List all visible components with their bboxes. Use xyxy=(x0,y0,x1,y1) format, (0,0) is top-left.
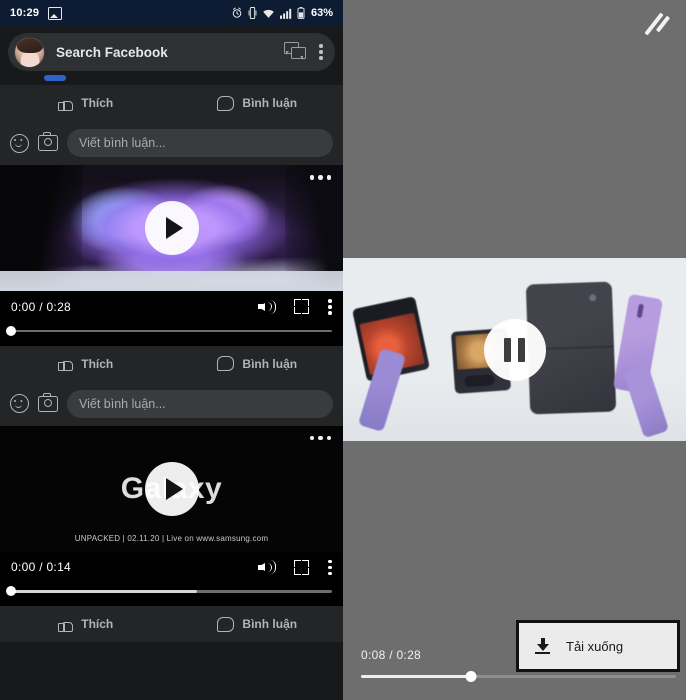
play-icon[interactable] xyxy=(144,461,199,516)
status-bar: 10:29 63% xyxy=(0,0,343,26)
download-icon xyxy=(535,638,550,654)
avatar[interactable] xyxy=(14,36,45,68)
messenger-icon[interactable] xyxy=(284,42,306,62)
video-time-display: 0:00 / 0:14 xyxy=(11,560,72,575)
thumbs-up-icon xyxy=(58,356,74,371)
volume-icon[interactable] xyxy=(258,299,276,314)
comment-composer-2: Viết bình luận... xyxy=(0,381,343,426)
video-menu-icon[interactable] xyxy=(328,299,332,315)
kebab-menu-icon[interactable] xyxy=(319,44,323,60)
comment-button[interactable]: Bình luận xyxy=(172,356,344,371)
video-caption: UNPACKED | 02.11.20 | Live on www.samsun… xyxy=(74,533,269,543)
facebook-app-panel: 10:29 63% Search Facebook Thích Bình luậ… xyxy=(0,0,343,700)
comment-label: Bình luận xyxy=(242,96,298,110)
search-bar[interactable]: Search Facebook xyxy=(8,33,335,71)
thumbs-up-icon xyxy=(58,96,74,111)
video-time-display: 0:00 / 0:28 xyxy=(11,299,72,314)
video-scrubber-2[interactable] xyxy=(6,586,332,596)
download-button-label: Tải xuống xyxy=(566,638,624,654)
wifi-icon xyxy=(263,9,274,18)
scrubber-thumb xyxy=(465,671,477,682)
comment-composer-1: Viết bình luận... xyxy=(0,121,343,165)
scrubber-thumb xyxy=(6,325,16,336)
camera-icon[interactable] xyxy=(38,392,58,412)
pause-icon[interactable] xyxy=(483,318,546,381)
post-actions-row-2: Thích Bình luận xyxy=(0,345,344,382)
buffered-bar xyxy=(361,675,472,678)
video-scrubber-1[interactable] xyxy=(6,325,332,336)
status-bar-indicators: 63% xyxy=(231,7,333,19)
alarm-icon xyxy=(232,7,242,18)
comment-input[interactable]: Viết bình luận... xyxy=(67,389,333,418)
comment-label: Bình luận xyxy=(242,617,298,631)
comment-input[interactable]: Viết bình luận... xyxy=(67,129,333,157)
fullscreen-icon[interactable] xyxy=(294,299,309,315)
volume-icon[interactable] xyxy=(258,560,276,575)
tab-indicator xyxy=(0,75,343,85)
like-button[interactable]: Thích xyxy=(0,356,172,371)
like-button[interactable]: Thích xyxy=(0,617,172,632)
fullscreen-player-panel: 0:08 / 0:28 Tải xuống xyxy=(343,0,686,700)
comment-bubble-icon xyxy=(217,616,235,632)
comment-bubble-icon xyxy=(217,95,235,111)
rotate-screen-icon[interactable] xyxy=(643,9,673,39)
vibrate-icon xyxy=(248,7,257,19)
emoji-icon[interactable] xyxy=(10,394,29,413)
emoji-icon[interactable] xyxy=(10,133,29,153)
search-input[interactable]: Search Facebook xyxy=(56,45,284,60)
camera-icon[interactable] xyxy=(38,132,58,151)
fullscreen-video-frame[interactable] xyxy=(343,258,686,441)
video-post-2: Galaxy UNPACKED | 02.11.20 | Live on www… xyxy=(0,425,343,606)
post-actions-row-1: Thích Bình luận xyxy=(0,85,343,121)
scrubber-thumb xyxy=(6,586,16,596)
like-button[interactable]: Thích xyxy=(0,96,172,111)
like-label: Thích xyxy=(81,356,114,371)
search-bar-container: Search Facebook xyxy=(0,26,343,75)
dual-screenshot-composite: 10:29 63% Search Facebook Thích Bình luậ… xyxy=(0,0,686,700)
play-icon[interactable] xyxy=(144,201,199,255)
player-scrubber[interactable] xyxy=(361,671,676,682)
thumbs-up-icon xyxy=(58,617,74,632)
battery-icon xyxy=(297,7,305,19)
post-options-icon[interactable] xyxy=(309,435,331,440)
buffered-bar xyxy=(11,590,198,593)
signal-icon xyxy=(279,8,292,19)
device-image-4-flap xyxy=(622,363,670,439)
comment-bubble-icon xyxy=(217,356,235,371)
video-menu-icon[interactable] xyxy=(328,559,332,575)
player-time-display: 0:08 / 0:28 xyxy=(361,648,422,662)
video-thumbnail-1[interactable] xyxy=(0,165,343,291)
download-button[interactable]: Tải xuống xyxy=(516,620,680,672)
comment-label: Bình luận xyxy=(242,356,298,371)
video-post-1: 0:00 / 0:28 xyxy=(0,165,343,346)
comment-button[interactable]: Bình luận xyxy=(172,95,344,111)
like-label: Thích xyxy=(81,617,114,631)
video-thumbnail-2[interactable]: Galaxy UNPACKED | 02.11.20 | Live on www… xyxy=(0,425,343,552)
video-controls-2: 0:00 / 0:14 xyxy=(0,551,343,606)
video-controls-1: 0:00 / 0:28 xyxy=(0,291,343,346)
battery-percent-label: 63% xyxy=(310,7,333,19)
post-options-icon[interactable] xyxy=(309,175,331,180)
fullscreen-icon[interactable] xyxy=(294,559,309,575)
player-bottom-controls: 0:08 / 0:28 Tải xuống xyxy=(343,620,686,700)
like-label: Thích xyxy=(81,96,114,110)
post-actions-row-3: Thích Bình luận xyxy=(0,606,343,642)
comment-button[interactable]: Bình luận xyxy=(172,616,344,632)
status-bar-clock: 10:29 xyxy=(10,7,40,19)
image-icon xyxy=(48,6,63,20)
